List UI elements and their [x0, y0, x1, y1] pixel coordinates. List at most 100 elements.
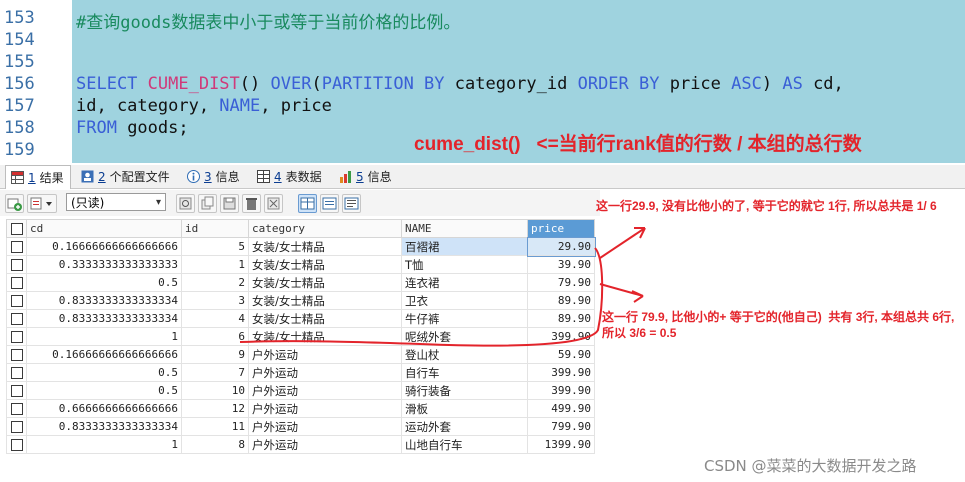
table-row[interactable]: 0.3333333333333333 1 女装/女士精品 T恤 39.90: [6, 255, 595, 274]
tab-result[interactable]: 1 结果: [5, 165, 71, 189]
add-row-button[interactable]: [5, 194, 24, 213]
cell-id[interactable]: 3: [181, 291, 249, 310]
cell-id[interactable]: 1: [181, 255, 249, 274]
cell-price[interactable]: 59.90: [527, 345, 595, 364]
cell-id[interactable]: 10: [181, 381, 249, 400]
row-checkbox[interactable]: [6, 399, 27, 418]
table-row[interactable]: 0.8333333333333334 11 户外运动 运动外套 799.90: [6, 417, 595, 436]
grid-view-button[interactable]: [298, 194, 317, 213]
save-button[interactable]: [220, 194, 239, 213]
cell-category[interactable]: 户外运动: [248, 435, 402, 454]
cell-price[interactable]: 39.90: [527, 255, 595, 274]
row-checkbox[interactable]: [6, 255, 27, 274]
cell-category[interactable]: 户外运动: [248, 345, 402, 364]
cell-id[interactable]: 11: [181, 417, 249, 436]
cell-cd[interactable]: 0.8333333333333334: [26, 417, 182, 436]
cell-category[interactable]: 女装/女士精品: [248, 237, 402, 256]
cell-category[interactable]: 女装/女士精品: [248, 255, 402, 274]
code-line[interactable]: FROM goods;: [76, 118, 189, 138]
cell-cd[interactable]: 0.16666666666666666: [26, 237, 182, 256]
table-row[interactable]: 1 6 女装/女士精品 呢绒外套 399.90: [6, 327, 595, 346]
cell-category[interactable]: 女装/女士精品: [248, 273, 402, 292]
form-view-button[interactable]: [320, 194, 339, 213]
row-checkbox[interactable]: [6, 309, 27, 328]
cell-cd[interactable]: 1: [26, 327, 182, 346]
table-row[interactable]: 0.16666666666666666 5 女装/女士精品 百褶裙 29.90: [6, 236, 596, 257]
cell-price[interactable]: 89.90: [527, 309, 595, 328]
cell-price[interactable]: 399.90: [527, 381, 595, 400]
export-dropdown-button[interactable]: [27, 194, 57, 213]
cell-id[interactable]: 5: [181, 237, 249, 256]
cell-id[interactable]: 8: [181, 435, 249, 454]
cell-price[interactable]: 399.90: [527, 327, 595, 346]
cell-price[interactable]: 499.90: [527, 399, 595, 418]
cell-price[interactable]: 29.90: [526, 236, 596, 257]
cell-cd[interactable]: 0.8333333333333334: [26, 291, 182, 310]
cell-name[interactable]: 山地自行车: [401, 435, 528, 454]
cell-cd[interactable]: 0.5: [26, 273, 182, 292]
delete-button[interactable]: [242, 194, 261, 213]
cell-name[interactable]: 牛仔裤: [401, 309, 528, 328]
cell-category[interactable]: 女装/女士精品: [248, 309, 402, 328]
cell-name[interactable]: 运动外套: [401, 417, 528, 436]
cell-price[interactable]: 399.90: [527, 363, 595, 382]
cell-cd[interactable]: 1: [26, 435, 182, 454]
table-row[interactable]: 0.6666666666666666 12 户外运动 滑板 499.90: [6, 399, 595, 418]
cell-cd[interactable]: 0.16666666666666666: [26, 345, 182, 364]
table-row[interactable]: 0.5 2 女装/女士精品 连衣裙 79.90: [6, 273, 595, 292]
tab-info-2[interactable]: 5 信息: [334, 165, 394, 188]
column-header-cd[interactable]: cd: [26, 219, 182, 238]
row-checkbox[interactable]: [6, 237, 27, 256]
cell-id[interactable]: 7: [181, 363, 249, 382]
cell-id[interactable]: 4: [181, 309, 249, 328]
cell-category[interactable]: 户外运动: [248, 417, 402, 436]
cell-id[interactable]: 6: [181, 327, 249, 346]
code-line[interactable]: SELECT CUME_DIST() OVER(PARTITION BY cat…: [76, 74, 844, 94]
table-row[interactable]: 0.8333333333333334 4 女装/女士精品 牛仔裤 89.90: [6, 309, 595, 328]
row-checkbox[interactable]: [6, 291, 27, 310]
cell-id[interactable]: 12: [181, 399, 249, 418]
cell-cd[interactable]: 0.5: [26, 363, 182, 382]
cell-name[interactable]: 连衣裙: [401, 273, 528, 292]
table-row[interactable]: 1 8 户外运动 山地自行车 1399.90: [6, 435, 595, 454]
tab-info[interactable]: 3 信息: [182, 165, 242, 188]
table-row[interactable]: 0.5 10 户外运动 骑行装备 399.90: [6, 381, 595, 400]
cell-name[interactable]: 滑板: [401, 399, 528, 418]
cell-name[interactable]: 登山杖: [401, 345, 528, 364]
select-all-checkbox[interactable]: [6, 219, 27, 238]
cell-name[interactable]: 自行车: [401, 363, 528, 382]
row-checkbox[interactable]: [6, 273, 27, 292]
cell-price[interactable]: 79.90: [527, 273, 595, 292]
tab-table-data[interactable]: 4 表数据: [252, 165, 326, 188]
cell-category[interactable]: 户外运动: [248, 363, 402, 382]
row-checkbox[interactable]: [6, 363, 27, 382]
cell-name[interactable]: 百褶裙: [401, 237, 528, 256]
text-view-button[interactable]: [342, 194, 361, 213]
copy-row-button[interactable]: [198, 194, 217, 213]
row-checkbox[interactable]: [6, 327, 27, 346]
column-header-category[interactable]: category: [248, 219, 402, 238]
row-checkbox[interactable]: [6, 381, 27, 400]
code-line[interactable]: #查询goods数据表中小于或等于当前价格的比例。: [76, 8, 460, 33]
cell-price[interactable]: 89.90: [527, 291, 595, 310]
table-row[interactable]: 0.5 7 户外运动 自行车 399.90: [6, 363, 595, 382]
result-grid[interactable]: cd id category NAME price 0.166666666666…: [6, 219, 596, 454]
cell-cd[interactable]: 0.5: [26, 381, 182, 400]
column-header-price[interactable]: price: [527, 219, 595, 238]
row-checkbox[interactable]: [6, 345, 27, 364]
sql-editor[interactable]: 153 #查询goods数据表中小于或等于当前价格的比例。 154 155 156 SEL…: [0, 0, 965, 163]
cell-name[interactable]: 骑行装备: [401, 381, 528, 400]
cell-category[interactable]: 户外运动: [248, 381, 402, 400]
cell-category[interactable]: 女装/女士精品: [248, 291, 402, 310]
column-header-name[interactable]: NAME: [401, 219, 528, 238]
cell-category[interactable]: 户外运动: [248, 399, 402, 418]
cell-price[interactable]: 1399.90: [527, 435, 595, 454]
cell-id[interactable]: 9: [181, 345, 249, 364]
cell-price[interactable]: 799.90: [527, 417, 595, 436]
cell-cd[interactable]: 0.6666666666666666: [26, 399, 182, 418]
tab-profiles[interactable]: 2 个配置文件: [76, 165, 176, 188]
row-checkbox[interactable]: [6, 435, 27, 454]
cell-category[interactable]: 女装/女士精品: [248, 327, 402, 346]
code-line[interactable]: id, category, NAME, price: [76, 96, 332, 116]
cell-name[interactable]: 卫衣: [401, 291, 528, 310]
